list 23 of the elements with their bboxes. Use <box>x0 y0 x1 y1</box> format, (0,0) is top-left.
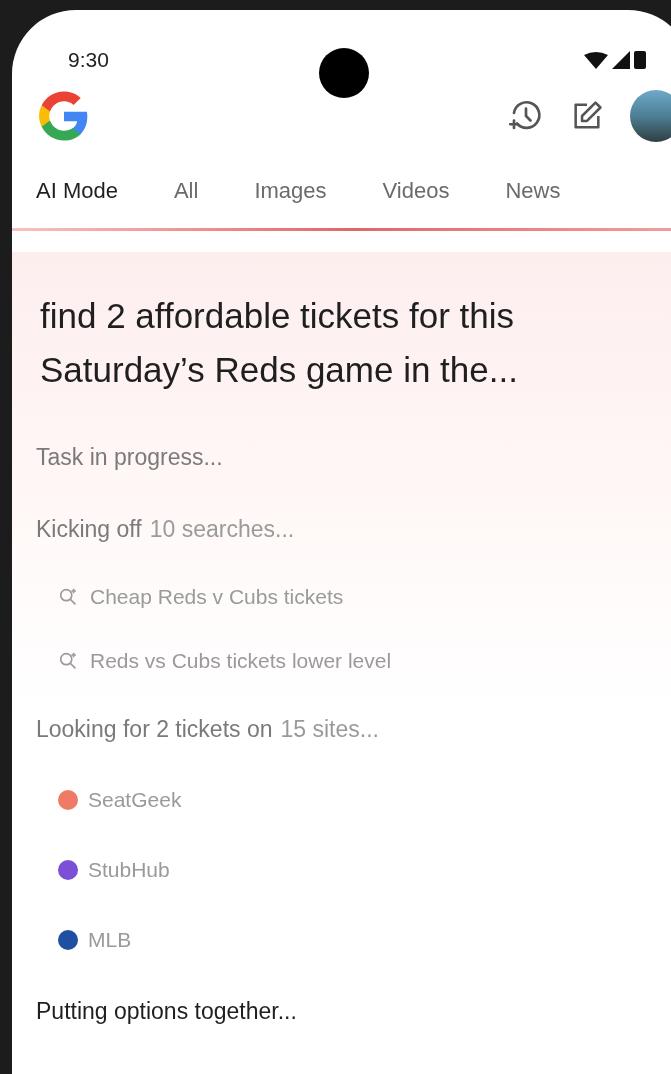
tab[interactable]: Images <box>254 173 327 207</box>
status-time: 9:30 <box>68 47 109 74</box>
battery-icon <box>634 51 646 69</box>
step-label: Looking for 2 tickets on <box>36 714 273 744</box>
step-status: Task in progress... <box>36 442 224 472</box>
step-label: Kicking off <box>36 514 142 544</box>
tab[interactable]: AI Mode <box>36 173 118 207</box>
camera-cutout <box>319 48 369 98</box>
step-detail: 15 sites... <box>280 714 379 744</box>
avatar[interactable] <box>630 90 671 142</box>
site-name: MLB <box>88 927 132 954</box>
tab[interactable]: News <box>505 173 561 207</box>
wifi-icon <box>584 51 608 69</box>
tab[interactable]: All <box>173 173 199 207</box>
search-query-text: Cheap Reds v Cubs tickets <box>90 584 344 611</box>
site-name: SeatGeek <box>88 787 182 814</box>
query-text: find 2 affordable tickets for this Saturday’s Reds game in the... <box>39 295 519 391</box>
search-query-text: Reds vs Cubs tickets lower level <box>90 648 392 675</box>
step-detail: 10 searches... <box>149 514 295 544</box>
site-name: StubHub <box>88 857 170 884</box>
tab[interactable]: Videos <box>382 173 450 207</box>
step-status: Putting options together... <box>36 996 298 1026</box>
signal-icon <box>612 51 630 69</box>
